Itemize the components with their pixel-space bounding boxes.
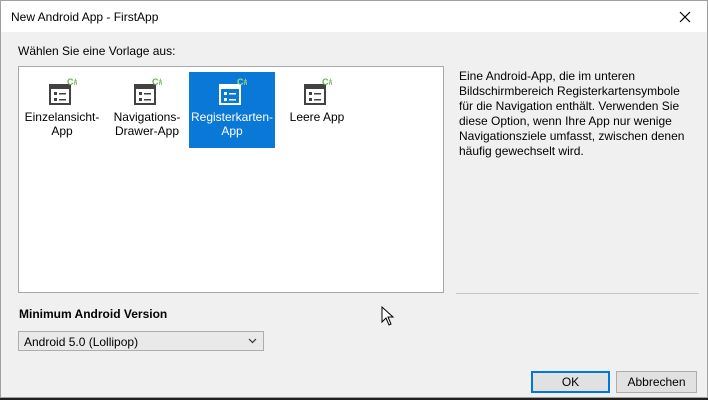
template-label: Einzelansicht- App <box>24 110 100 138</box>
svg-text:C#: C# <box>67 77 77 87</box>
template-label: Leere App <box>289 110 345 124</box>
mouse-cursor-icon <box>381 306 395 326</box>
template-icon: C# <box>49 77 77 105</box>
svg-text:C#: C# <box>237 77 247 87</box>
template-list: C# Einzelansicht- App C# Navigations- Dr… <box>18 66 444 293</box>
min-android-version-label: Minimum Android Version <box>19 307 168 321</box>
window-title: New Android App - FirstApp <box>11 10 159 24</box>
template-label: Registerkarten- App <box>190 110 274 138</box>
svg-text:C#: C# <box>152 77 162 87</box>
template-icon: C# <box>219 77 247 105</box>
new-android-app-dialog: New Android App - FirstApp Wählen Sie ei… <box>0 0 708 398</box>
close-icon <box>679 11 691 22</box>
template-icon: C# <box>134 77 162 105</box>
chevron-down-icon <box>248 338 257 344</box>
template-einzelansicht-app[interactable]: C# Einzelansicht- App <box>19 72 105 148</box>
template-prompt: Wählen Sie eine Vorlage aus: <box>18 44 176 58</box>
template-label: Navigations- Drawer-App <box>113 110 181 138</box>
template-registerkarten-app[interactable]: C# Registerkarten- App <box>189 72 275 148</box>
min-android-version-select[interactable]: Android 5.0 (Lollipop) <box>18 331 264 351</box>
template-navigations-drawer-app[interactable]: C# Navigations- Drawer-App <box>104 72 190 148</box>
cancel-button[interactable]: Abbrechen <box>616 371 697 393</box>
title-bar: New Android App - FirstApp <box>1 1 707 32</box>
template-description: Eine Android-App, die im unteren Bildsch… <box>459 69 685 158</box>
description-divider <box>456 293 699 294</box>
selected-version: Android 5.0 (Lollipop) <box>24 335 139 349</box>
svg-text:C#: C# <box>322 77 332 87</box>
close-button[interactable] <box>663 1 707 32</box>
template-icon: C# <box>304 77 332 105</box>
template-leere-app[interactable]: C# Leere App <box>274 72 360 148</box>
ok-button[interactable]: OK <box>531 371 610 393</box>
